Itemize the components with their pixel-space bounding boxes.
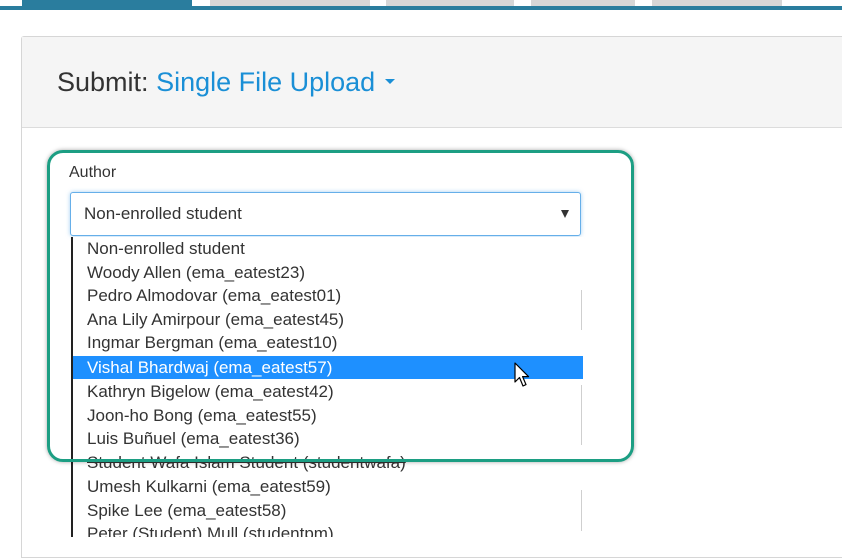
mouse-pointer-icon [514, 362, 530, 387]
author-option[interactable]: Peter (Student) Mull (studentpm) [73, 522, 583, 537]
dropdown-arrow-icon [561, 210, 569, 218]
author-option[interactable]: Woody Allen (ema_eatest23) [73, 261, 583, 284]
author-options-list[interactable]: Non-enrolled student Woody Allen (ema_ea… [71, 237, 584, 537]
panel-header: Submit: Single File Upload [22, 37, 842, 128]
author-select[interactable]: Non-enrolled student [70, 192, 581, 236]
author-option[interactable]: Umesh Kulkarni (ema_eatest59) [73, 475, 583, 498]
author-option[interactable]: Spike Lee (ema_eatest58) [73, 499, 583, 522]
tab-underline [0, 6, 842, 10]
list-edge [581, 385, 582, 445]
author-option[interactable]: Non-enrolled student [73, 237, 583, 260]
author-option[interactable]: Ana Lily Amirpour (ema_eatest45) [73, 308, 583, 331]
author-select-value: Non-enrolled student [84, 204, 242, 223]
upload-mode-dropdown[interactable]: Single File Upload [156, 67, 396, 97]
author-option[interactable]: Student Wafa Islam Student (studentwafa) [73, 451, 583, 474]
author-option-highlighted[interactable]: Vishal Bhardwaj (ema_eatest57) [73, 356, 583, 379]
caret-down-icon [385, 79, 396, 85]
list-edge [581, 490, 582, 531]
page-title: Submit: Single File Upload [57, 67, 396, 98]
submit-label: Submit: [57, 67, 149, 97]
author-option[interactable]: Luis Buñuel (ema_eatest36) [73, 427, 583, 450]
top-tab-bar [0, 0, 842, 10]
author-option[interactable]: Joon-ho Bong (ema_eatest55) [73, 404, 583, 427]
author-label: Author [69, 164, 117, 181]
author-option[interactable]: Pedro Almodovar (ema_eatest01) [73, 284, 583, 307]
list-edge [581, 290, 582, 330]
author-option[interactable]: Ingmar Bergman (ema_eatest10) [73, 331, 583, 354]
upload-mode-label: Single File Upload [156, 67, 376, 97]
author-option[interactable]: Kathryn Bigelow (ema_eatest42) [73, 380, 583, 403]
